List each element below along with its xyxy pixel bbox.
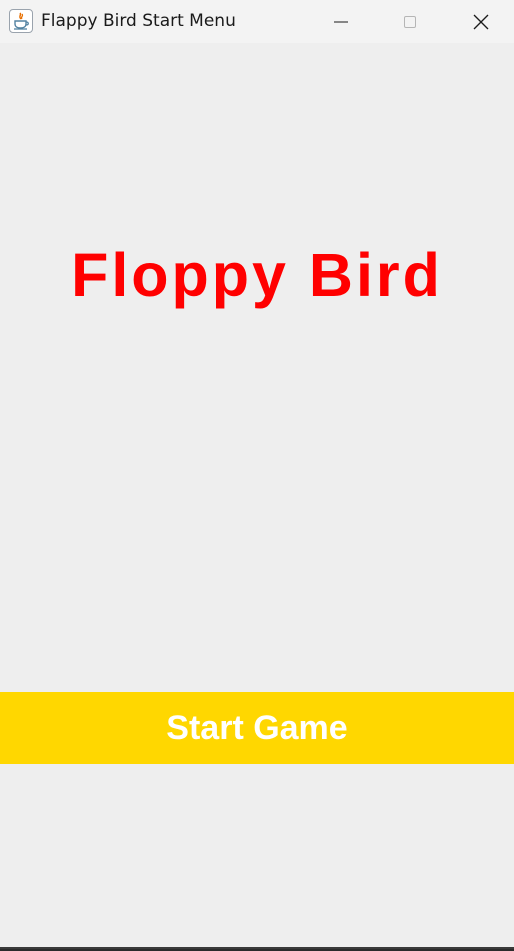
maximize-icon — [404, 15, 416, 28]
close-icon — [473, 14, 489, 29]
minimize-icon — [334, 21, 348, 22]
game-title: Floppy Bird — [71, 241, 443, 309]
maximize-button[interactable] — [387, 0, 433, 43]
start-menu-panel: Floppy Bird Start Game — [0, 43, 514, 947]
java-icon — [9, 9, 33, 33]
window-title: Flappy Bird Start Menu — [41, 11, 236, 31]
start-game-label: Start Game — [166, 709, 348, 747]
start-game-button[interactable]: Start Game — [0, 692, 514, 764]
app-window: Flappy Bird Start Menu Floppy Bird Start… — [0, 0, 514, 949]
close-button[interactable] — [458, 0, 504, 43]
title-bar[interactable]: Flappy Bird Start Menu — [0, 0, 514, 43]
minimize-button[interactable] — [318, 0, 364, 43]
